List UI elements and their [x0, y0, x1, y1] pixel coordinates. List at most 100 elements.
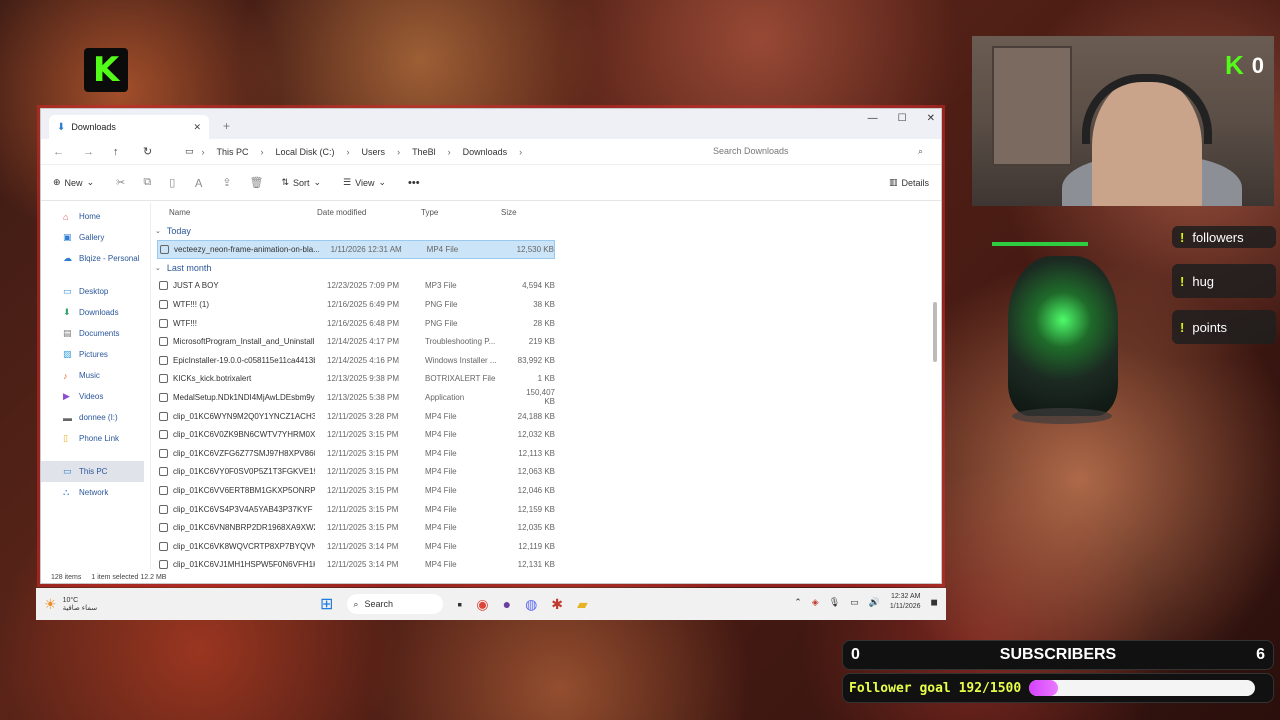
- clock[interactable]: 12:32 AM 1/11/2026: [890, 592, 921, 612]
- new-tab-button[interactable]: +: [223, 119, 230, 133]
- breadcrumb-local-disk[interactable]: Local Disk (C:): [272, 147, 339, 157]
- chrome-icon[interactable]: ◉: [476, 596, 488, 613]
- scrollbar[interactable]: [933, 302, 937, 362]
- forward-arrow-icon[interactable]: →: [83, 146, 99, 158]
- column-type[interactable]: Type: [421, 208, 501, 217]
- paste-icon[interactable]: ▯: [169, 176, 175, 189]
- cut-icon[interactable]: ✂: [116, 176, 125, 189]
- follower-goal-text: Follower goal 192/1500: [849, 680, 1022, 696]
- new-button[interactable]: ⊕ New ⌄: [53, 177, 94, 188]
- sidebar-item-donnee-i[interactable]: ▬ donnee (I:): [41, 407, 150, 428]
- file-row[interactable]: clip_01KC6VK8WQVCRTP8XP7BYQVN4G 12/11/202…: [151, 537, 941, 556]
- copy-icon[interactable]: ⧉: [143, 176, 151, 189]
- points-button[interactable]: ! points: [1172, 310, 1276, 344]
- file-row[interactable]: clip_01KC6V0ZK9BN6CWTV7YHRM0X 12/11/2025 …: [151, 425, 941, 444]
- file-row[interactable]: WTF!!! 12/16/2025 6:48 PM PNG File 28 KB: [151, 314, 941, 333]
- file-row[interactable]: clip_01KC6VY0F0SV0P5Z1T3FGKVE19 12/11/202…: [151, 463, 941, 482]
- file-row[interactable]: MedalSetup.NDk1NDI4MjAwLDEsbm9yZ... 12/13…: [151, 388, 941, 407]
- file-row[interactable]: clip_01KC6VN8NBRP2DR1968XA9XW2Q 12/11/202…: [151, 518, 941, 537]
- windows-start-icon[interactable]: ⊞: [320, 594, 333, 614]
- sidebar-item-music[interactable]: ♪ Music: [41, 365, 150, 386]
- close-icon[interactable]: ✕: [927, 113, 935, 124]
- clock-date: 1/11/2026: [889, 603, 921, 610]
- file-name-cell: clip_01KC6VJ1MH1HSPW5F0N6VFH1KK5: [151, 560, 315, 570]
- sidebar-item-downloads[interactable]: ⬇ Downloads: [41, 302, 150, 323]
- weather-widget[interactable]: ☀ 10°C سماء صافية: [44, 596, 97, 613]
- file-row[interactable]: EpicInstaller-19.0.0-c058115e11ca4413b8.…: [151, 351, 941, 370]
- refresh-icon[interactable]: ↻: [143, 145, 159, 158]
- file-row[interactable]: clip_01KC6VV6ERT8BM1GKXP5ONRP3K 12/11/202…: [151, 481, 941, 500]
- more-options-icon[interactable]: •••: [408, 177, 420, 189]
- file-row[interactable]: clip_01KC6VS4P3V4A5YAB43P37KYF 12/11/2025…: [151, 500, 941, 519]
- followers-button[interactable]: ! followers: [1172, 226, 1276, 248]
- group-header-today[interactable]: ⌄ Today: [151, 222, 941, 240]
- file-row[interactable]: clip_01KC6VZFG6Z77SMJ97H8XPV860 12/11/202…: [151, 444, 941, 463]
- sidebar-item-pictures[interactable]: ▨ Pictures: [41, 344, 150, 365]
- notification-icon[interactable]: ◼: [931, 597, 938, 608]
- hug-button[interactable]: ! hug: [1172, 264, 1276, 298]
- app-icon-purple[interactable]: ●: [503, 596, 511, 612]
- sort-button[interactable]: ⇅ Sort ⌄: [281, 177, 321, 188]
- gallery-icon: ▣: [63, 232, 72, 242]
- file-row[interactable]: WTF!!! (1) 12/16/2025 6:49 PM PNG File 38 K…: [151, 295, 941, 314]
- discord-icon[interactable]: ◍: [525, 596, 537, 613]
- rename-icon[interactable]: Ａ: [193, 175, 204, 191]
- tab-downloads[interactable]: ⬇ Downloads ✕: [49, 115, 209, 139]
- volume-icon[interactable]: 🔊: [869, 597, 880, 608]
- file-row[interactable]: clip_01KC6WYN9M2Q0Y1YNCZ1ACH39 12/11/2025…: [151, 407, 941, 426]
- search-input[interactable]: Search Downloads ⌕: [713, 143, 923, 159]
- view-button[interactable]: ☰ View ⌄: [343, 177, 386, 188]
- back-arrow-icon[interactable]: ←: [53, 146, 69, 158]
- network-icon[interactable]: ▭: [850, 597, 859, 608]
- chevron-up-icon[interactable]: ⌃: [794, 597, 802, 608]
- file-row[interactable]: vecteezy_neon-frame-animation-on-bla... 1…: [157, 240, 555, 259]
- breadcrumb-users[interactable]: Users: [358, 147, 390, 157]
- sidebar-item-videos[interactable]: ▶ Videos: [41, 386, 150, 407]
- sidebar-item-gallery[interactable]: ▣ Gallery: [41, 227, 150, 248]
- file-date: 12/11/2025 3:14 PM: [327, 541, 399, 551]
- file-size: 12,131 KB: [517, 560, 555, 570]
- delete-icon[interactable]: 🗑: [249, 176, 263, 189]
- sidebar-item-documents[interactable]: ▤ Documents: [41, 323, 150, 344]
- file-icon: [159, 337, 168, 347]
- breadcrumb-user[interactable]: TheBl: [408, 147, 440, 157]
- robot-character: [992, 240, 1132, 426]
- share-icon[interactable]: ⇪: [222, 176, 231, 189]
- maximize-icon[interactable]: ☐: [898, 113, 907, 124]
- status-bar: 128 items 1 item selected 12.2 MB: [51, 574, 166, 581]
- task-view-icon[interactable]: ▪: [457, 596, 462, 612]
- file-explorer-icon[interactable]: ▰: [577, 596, 588, 613]
- column-date[interactable]: Date modified: [317, 208, 421, 217]
- column-size[interactable]: Size: [501, 208, 561, 217]
- breadcrumb-downloads[interactable]: Downloads: [459, 147, 512, 157]
- file-row[interactable]: JUST A BOY 12/23/2025 7:09 PM MP3 File 4,59…: [151, 277, 941, 296]
- column-name[interactable]: Name: [151, 208, 317, 217]
- file-row[interactable]: clip_01KC6VJ1MH1HSPW5F0N6VFH1KK5 12/11/20…: [151, 556, 941, 575]
- file-size: 12,119 KB: [518, 541, 555, 551]
- app-icon-red[interactable]: ✱: [551, 596, 563, 613]
- details-button[interactable]: ▥ Details: [889, 177, 929, 188]
- close-tab-icon[interactable]: ✕: [193, 122, 201, 133]
- file-row[interactable]: KICKs_kick.botrixalert 12/13/2025 9:38 PM…: [151, 370, 941, 389]
- sidebar-item-blqize-personal[interactable]: ☁ Blqize - Personal: [41, 248, 150, 269]
- up-arrow-icon[interactable]: ↑: [113, 146, 129, 158]
- minimize-icon[interactable]: —: [868, 113, 878, 124]
- chevron-right-icon: ›: [260, 146, 264, 157]
- file-size: 83,992 KB: [517, 355, 555, 365]
- taskbar-search[interactable]: ⌕ Search: [347, 594, 444, 614]
- view-icon: ☰: [343, 177, 352, 187]
- file-name: KICKs_kick.botrixalert: [173, 374, 252, 384]
- sidebar-item-desktop[interactable]: ▭ Desktop: [41, 281, 150, 302]
- breadcrumb-this-pc[interactable]: This PC: [213, 147, 253, 157]
- file-row[interactable]: MicrosoftProgram_Install_and_Uninstall..…: [151, 332, 941, 351]
- tray-app-icon[interactable]: ◈: [812, 597, 819, 608]
- sidebar-item-home[interactable]: ⌂ Home: [41, 206, 150, 227]
- sidebar-item-network[interactable]: ⛬ Network: [41, 482, 150, 503]
- tray-mic-icon[interactable]: 🎙: [829, 597, 840, 608]
- sidebar-item-this-pc[interactable]: ▭ This PC: [41, 461, 144, 482]
- group-header-last-month[interactable]: ⌄ Last month: [151, 259, 941, 277]
- file-icon: [159, 374, 168, 384]
- sidebar-item-phone-link[interactable]: ▯ Phone Link: [41, 428, 150, 449]
- sidebar-item-label: Phone Link: [79, 434, 120, 443]
- file-type: MP4 File: [425, 448, 457, 458]
